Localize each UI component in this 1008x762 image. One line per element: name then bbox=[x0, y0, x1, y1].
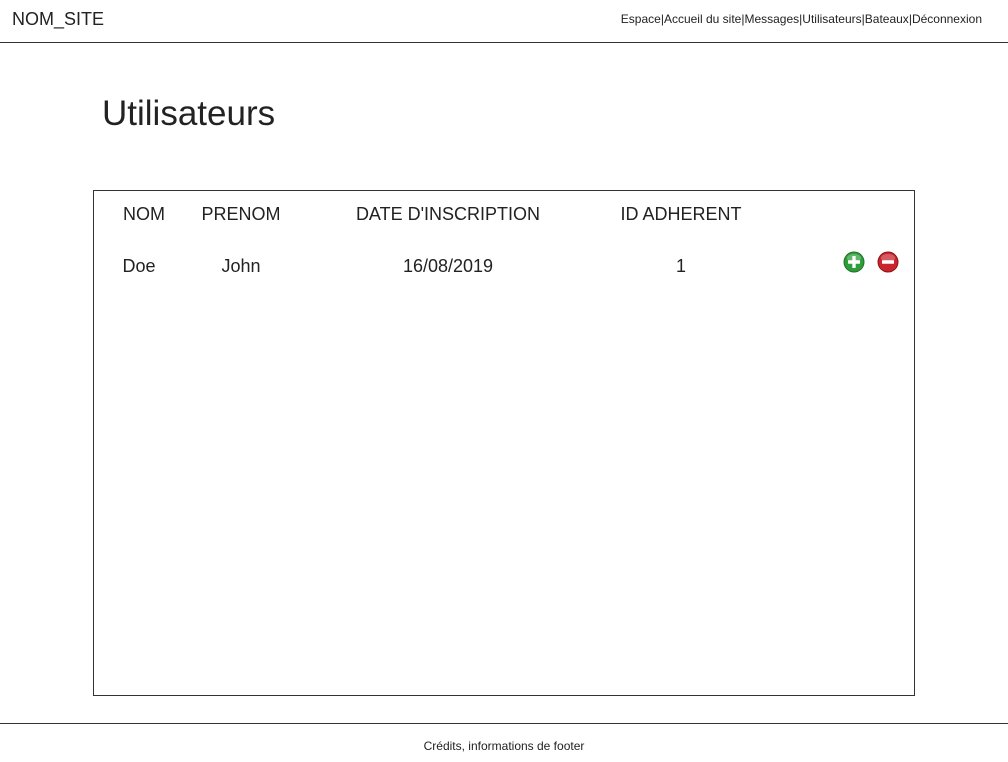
column-header-date: DATE D'INSCRIPTION bbox=[355, 204, 541, 224]
cell-date: 16/08/2019 bbox=[402, 256, 494, 276]
column-header-nom: NOM bbox=[123, 204, 165, 224]
cell-prenom: John bbox=[221, 256, 261, 276]
nav-link-accueil[interactable]: Accueil du site bbox=[664, 12, 741, 26]
column-header-id: ID ADHERENT bbox=[620, 204, 742, 224]
nav-link-bateaux[interactable]: Bateaux bbox=[865, 12, 909, 26]
footer-text: Crédits, informations de footer bbox=[423, 739, 585, 753]
top-nav: Espace|Accueil du site|Messages|Utilisat… bbox=[621, 12, 982, 26]
column-header-prenom: PRENOM bbox=[201, 204, 281, 224]
nav-link-messages[interactable]: Messages bbox=[744, 12, 799, 26]
nav-link-deconnexion[interactable]: Déconnexion bbox=[912, 12, 982, 26]
users-table: NOM PRENOM DATE D'INSCRIPTION ID ADHEREN… bbox=[93, 190, 915, 696]
nav-link-espace[interactable]: Espace bbox=[621, 12, 661, 26]
minus-circle-icon[interactable] bbox=[877, 251, 899, 273]
site-footer: Crédits, informations de footer bbox=[0, 723, 1008, 762]
page-title: Utilisateurs bbox=[102, 94, 276, 133]
site-name[interactable]: NOM_SITE bbox=[12, 9, 104, 30]
cell-id: 1 bbox=[675, 256, 687, 276]
plus-circle-icon[interactable] bbox=[843, 251, 865, 273]
cell-nom: Doe bbox=[122, 256, 156, 276]
nav-link-utilisateurs[interactable]: Utilisateurs bbox=[802, 12, 861, 26]
site-header: NOM_SITE Espace|Accueil du site|Messages… bbox=[0, 0, 1008, 43]
